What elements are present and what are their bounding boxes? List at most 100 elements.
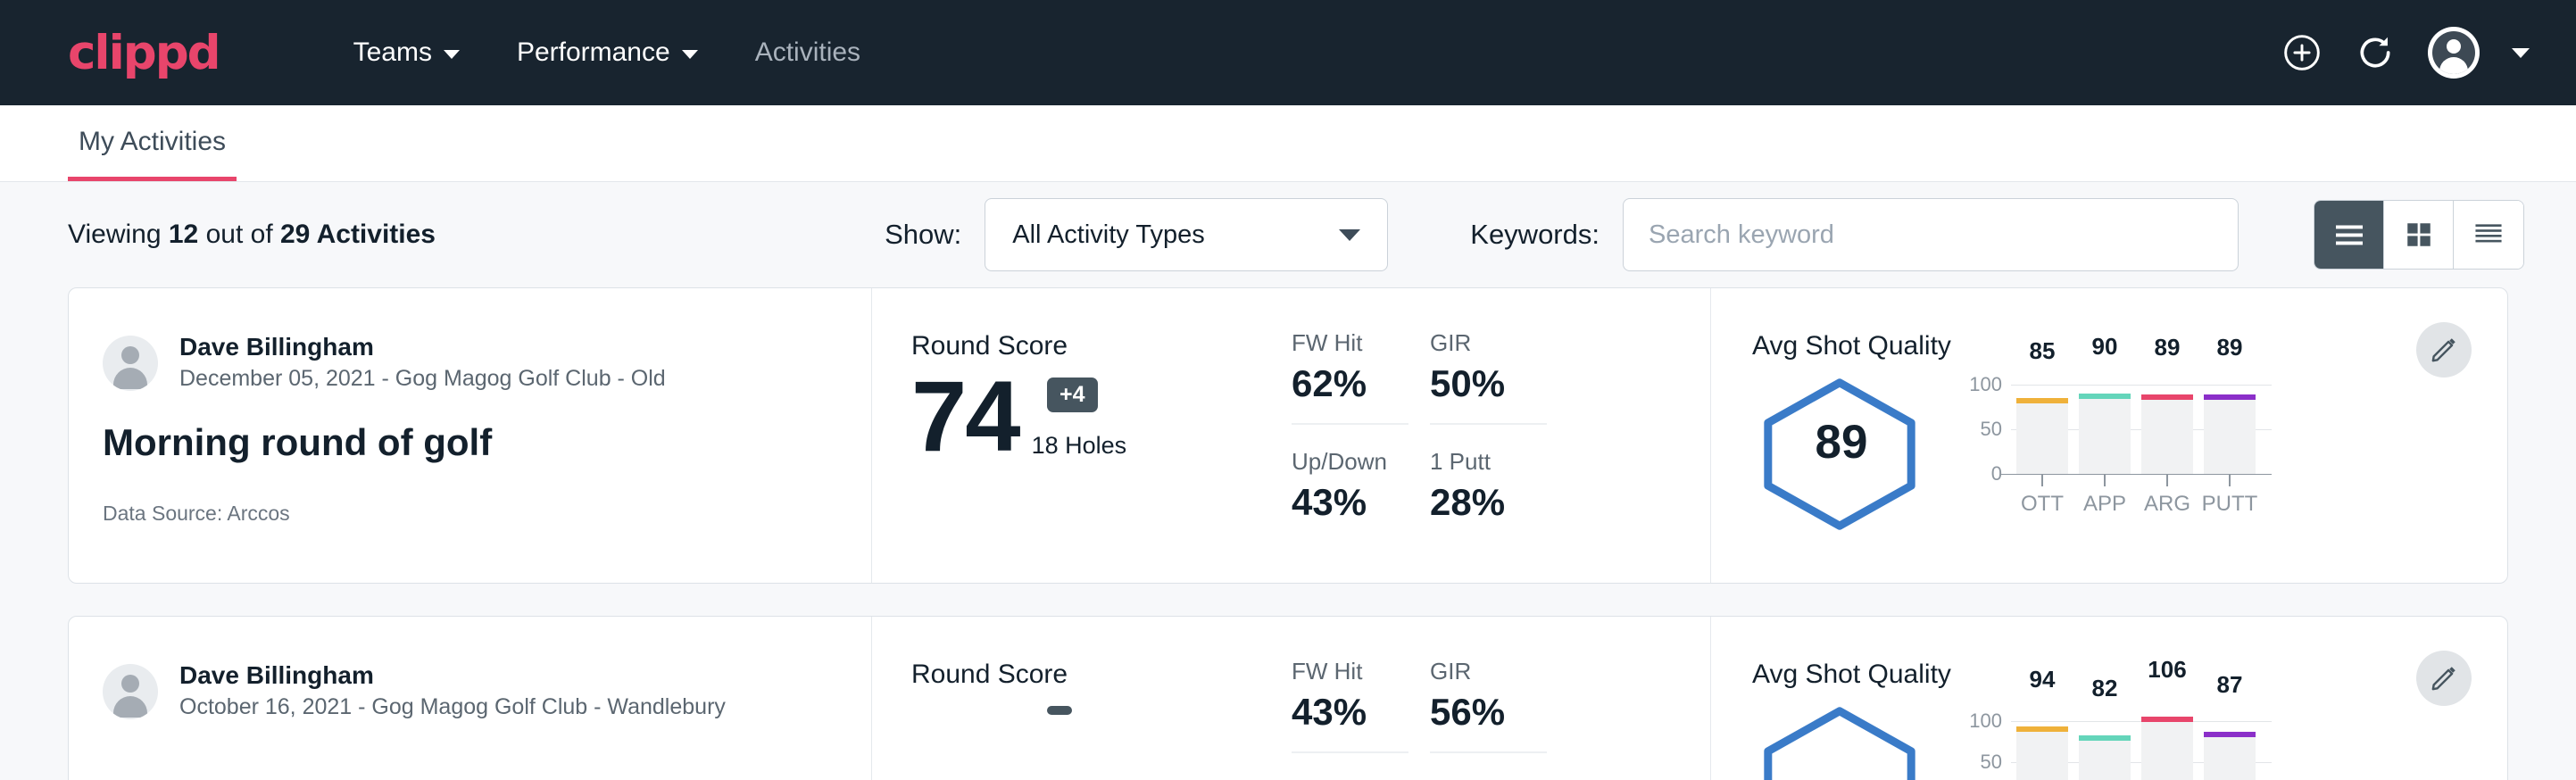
view-mode-toggle-group: [2314, 200, 2524, 270]
nav-item-performance[interactable]: Performance: [488, 37, 727, 68]
clippd-logo[interactable]: clippd: [68, 26, 220, 80]
round-score-row: [911, 695, 1292, 702]
chart-bar-group: 82: [2073, 713, 2136, 780]
chart-bar: [2016, 398, 2068, 474]
nav-item-activities[interactable]: Activities: [727, 37, 889, 68]
page-tab-bar: My Activities: [0, 105, 2576, 182]
round-score-column: Round Score: [872, 617, 1292, 780]
show-label: Show:: [885, 219, 961, 251]
stat-fw-hit-value: 62%: [1292, 362, 1408, 405]
nav-item-performance-label: Performance: [517, 37, 670, 68]
chart-bar: [2204, 732, 2256, 780]
activity-summary-column: Dave Billingham October 16, 2021 - Gog M…: [69, 617, 872, 780]
detail-view-icon: [2472, 220, 2505, 249]
chart-bar-value-label: 89: [2136, 334, 2198, 361]
hexagon-icon: [1752, 704, 1927, 780]
chart-x-tick-label: OTT: [2011, 492, 2073, 517]
activity-data-source: Data Source: Arccos: [103, 502, 871, 526]
chart-x-tick-mark: [2041, 474, 2043, 486]
chart-x-labels: OTTAPPARGPUTT: [2011, 492, 2261, 517]
list-view-icon: [2333, 221, 2365, 248]
view-mode-list-button[interactable]: [2314, 201, 2384, 269]
score-to-par-badge: [1047, 706, 1072, 715]
avg-shot-quality-body: 89 050100 85908989 OTTAPPARGPUTT: [1752, 370, 2507, 537]
activity-type-select[interactable]: All Activity Types: [985, 198, 1388, 271]
chart-bar-group: 89: [2136, 385, 2198, 474]
round-stats-column: FW Hit 43% GIR 56% Up/Down 1 Putt: [1292, 617, 1711, 780]
activity-card[interactable]: Dave Billingham October 16, 2021 - Gog M…: [68, 616, 2508, 780]
round-score-column: Round Score 74 +4 18 Holes: [872, 288, 1292, 583]
shot-quality-bar-chart: 050100 85908989 OTTAPPARGPUTT: [1956, 370, 2261, 517]
refresh-icon: [2356, 33, 2395, 72]
stat-gir: GIR 56%: [1430, 658, 1547, 753]
chart-plot-area: 85908989: [2011, 385, 2261, 474]
chevron-down-icon: [682, 50, 698, 59]
chart-bar-group: 106: [2136, 713, 2198, 780]
stat-up-down: Up/Down 43%: [1292, 425, 1430, 524]
chevron-down-icon: [1339, 229, 1360, 241]
stat-fw-hit: FW Hit 62%: [1292, 329, 1408, 425]
chart-y-tick-label: 100: [1956, 373, 2002, 396]
chart-bars: 948210687: [2011, 713, 2261, 780]
round-score-row: 74 +4 18 Holes: [911, 367, 1292, 467]
chart-x-tick: [2073, 474, 2136, 486]
avatar: [103, 336, 158, 391]
viewing-middle: out of: [206, 220, 273, 249]
chart-bar-value-label: 94: [2011, 666, 2073, 693]
chart-bar-group: 94: [2011, 713, 2073, 780]
keywords-label: Keywords:: [1470, 219, 1600, 251]
chart-y-axis: 050100: [1956, 713, 2002, 780]
view-mode-detail-button[interactable]: [2454, 201, 2523, 269]
filter-controls: Show: All Activity Types Keywords:: [885, 198, 2524, 271]
activity-meta: October 16, 2021 - Gog Magog Golf Club -…: [179, 691, 726, 723]
chart-bar: [2204, 394, 2256, 474]
nav-item-activities-label: Activities: [755, 37, 860, 68]
round-score-label: Round Score: [911, 660, 1292, 690]
stat-up-down-label: Up/Down: [1292, 776, 1430, 780]
round-score-label: Round Score: [911, 331, 1292, 361]
edit-activity-button[interactable]: [2416, 651, 2472, 706]
round-stats-column: FW Hit 62% GIR 50% Up/Down 43% 1 Putt 28…: [1292, 288, 1711, 583]
round-score-value: 74: [911, 367, 1019, 467]
nav-item-teams[interactable]: Teams: [325, 37, 488, 68]
account-chevron-down-icon[interactable]: [2512, 48, 2530, 58]
view-mode-grid-button[interactable]: [2384, 201, 2454, 269]
chart-y-tick-label: 50: [1956, 751, 2002, 774]
refresh-button[interactable]: [2355, 32, 2396, 73]
nav-actions: [2281, 27, 2530, 79]
player-name: Dave Billingham: [179, 660, 726, 691]
viewing-prefix: Viewing: [68, 220, 162, 249]
chart-bar-value-label: 82: [2073, 675, 2136, 702]
viewing-count: 12: [169, 220, 198, 249]
account-button[interactable]: [2428, 27, 2480, 79]
chart-bar: [2079, 394, 2131, 474]
chart-x-tick-mark: [2229, 474, 2231, 486]
activity-title: Morning round of golf: [103, 421, 871, 464]
stat-fw-hit-value: 43%: [1292, 691, 1408, 734]
avg-shot-quality-body: 050100 948210687 OTTAPPARGPUTT: [1752, 699, 2507, 780]
tab-my-activities[interactable]: My Activities: [68, 127, 237, 181]
stat-one-putt-label: 1 Putt: [1430, 448, 1568, 476]
chart-bar-group: 87: [2198, 713, 2261, 780]
activity-card[interactable]: Dave Billingham December 05, 2021 - Gog …: [68, 287, 2508, 584]
chart-bars: 85908989: [2011, 385, 2261, 474]
edit-activity-button[interactable]: [2416, 322, 2472, 378]
stat-one-putt-label: 1 Putt: [1430, 776, 1568, 780]
stat-up-down-value: 43%: [1292, 481, 1430, 524]
stat-gir-value: 56%: [1430, 691, 1547, 734]
chart-bar-group: 89: [2198, 385, 2261, 474]
chart-bar: [2141, 717, 2193, 780]
chart-x-tick-label: APP: [2073, 492, 2136, 517]
avg-shot-quality-value: 89: [1752, 415, 1931, 469]
stat-one-putt-value: 28%: [1430, 481, 1568, 524]
avatar: [103, 664, 158, 719]
player-name: Dave Billingham: [179, 331, 666, 362]
chart-x-tick-label: ARG: [2136, 492, 2198, 517]
activity-summary-column: Dave Billingham December 05, 2021 - Gog …: [69, 288, 872, 583]
search-input[interactable]: [1623, 198, 2239, 271]
stat-one-putt: 1 Putt 28%: [1430, 425, 1568, 524]
chart-x-tick: [2011, 474, 2073, 486]
stat-fw-hit: FW Hit 43%: [1292, 658, 1408, 753]
grid-view-icon: [2404, 220, 2434, 250]
add-button[interactable]: [2281, 32, 2323, 73]
